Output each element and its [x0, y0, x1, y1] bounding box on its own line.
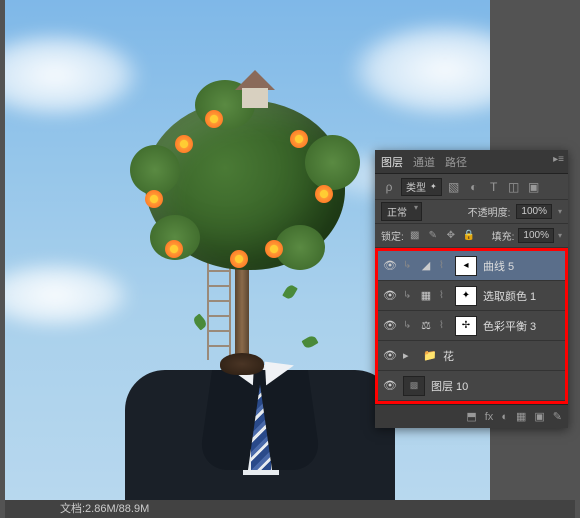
visibility-icon[interactable]: 👁: [383, 379, 397, 393]
footer-action-icon[interactable]: ◐: [501, 411, 508, 423]
layer-row[interactable]: 👁 ▩ 图层 10: [378, 371, 565, 401]
lock-pixels-icon[interactable]: ✎: [426, 229, 440, 243]
adjustment-icon: ▦: [419, 289, 433, 303]
clip-icon: ↳: [403, 320, 413, 331]
layer-row[interactable]: 👁 ↳ ◢ ⌇ ◂ 曲线 5: [378, 251, 565, 281]
opacity-label: 不透明度:: [468, 204, 511, 219]
tab-paths[interactable]: 路径: [445, 154, 467, 170]
lock-position-icon[interactable]: ✥: [444, 229, 458, 243]
footer-action-icon[interactable]: fx: [485, 411, 494, 423]
panel-tabs: 图层 通道 路径 ▸≡: [375, 150, 568, 174]
mask-thumbnail[interactable]: ✦: [455, 286, 477, 306]
mask-thumbnail[interactable]: ✢: [455, 316, 477, 336]
footer-action-icon[interactable]: ✎: [553, 410, 562, 423]
tab-layers[interactable]: 图层: [381, 154, 403, 170]
filter-search-icon[interactable]: ρ: [381, 179, 397, 195]
doc-info-label: 文档:2.86M/88.9M: [60, 503, 149, 515]
suit-figure: [125, 350, 395, 505]
footer-action-icon[interactable]: ▦: [516, 410, 526, 423]
cloud: [5, 30, 145, 120]
panel-footer: ⬒ fx ◐ ▦ ▣ ✎: [375, 404, 568, 428]
panel-menu-icon[interactable]: ▸≡: [553, 154, 564, 165]
layer-name[interactable]: 图层 10: [431, 378, 560, 394]
footer-action-icon[interactable]: ▣: [534, 410, 544, 423]
mask-thumbnail[interactable]: ◂: [455, 256, 477, 276]
lock-row: 锁定: ▩ ✎ ✥ 🔒 填充: 100% ▾: [375, 224, 568, 248]
adjustment-icon: ◢: [419, 259, 433, 273]
filter-kind-select[interactable]: 类型✦: [401, 178, 442, 196]
layer-name[interactable]: 色彩平衡 3: [483, 318, 560, 334]
link-icon[interactable]: ⌇: [439, 290, 449, 301]
tab-channels[interactable]: 通道: [413, 154, 435, 170]
layer-name[interactable]: 花: [443, 348, 560, 364]
visibility-icon[interactable]: 👁: [383, 319, 397, 333]
layer-row[interactable]: 👁 ↳ ⚖ ⌇ ✢ 色彩平衡 3: [378, 311, 565, 341]
layer-row[interactable]: 👁 ↳ ▦ ⌇ ✦ 选取颜色 1: [378, 281, 565, 311]
link-icon[interactable]: ⌇: [439, 260, 449, 271]
lock-transparent-icon[interactable]: ▩: [408, 229, 422, 243]
folder-icon: 📁: [423, 349, 437, 362]
blend-mode-select[interactable]: 正常: [381, 202, 422, 221]
fill-label: 填充:: [492, 228, 515, 243]
clip-icon: ↳: [403, 260, 413, 271]
layer-name[interactable]: 曲线 5: [483, 258, 560, 274]
lock-label: 锁定:: [381, 228, 404, 243]
cloud: [5, 260, 135, 330]
layer-thumbnail[interactable]: ▩: [403, 376, 425, 396]
layer-name[interactable]: 选取颜色 1: [483, 288, 560, 304]
layer-row[interactable]: 👁 ▸ 📁 花: [378, 341, 565, 371]
visibility-icon[interactable]: 👁: [383, 289, 397, 303]
cloud: [345, 20, 490, 120]
layer-filter-row: ρ 类型✦ ▧ ◐ T ◫ ▣: [375, 174, 568, 200]
filter-pixel-icon[interactable]: ▧: [446, 179, 462, 195]
link-icon[interactable]: ⌇: [439, 320, 449, 331]
layers-list-highlighted: 👁 ↳ ◢ ⌇ ◂ 曲线 5 👁 ↳ ▦ ⌇ ✦ 选取颜色 1 👁 ↳ ⚖ ⌇ ✢ 色彩平衡 3 👁 ▸ 📁 花 👁 ▩ 图层 …: [375, 248, 568, 404]
filter-smart-icon[interactable]: ▣: [526, 179, 542, 195]
status-bar: 文档:2.86M/88.9M: [5, 500, 575, 518]
blend-row: 正常 不透明度: 100% ▾: [375, 200, 568, 224]
layers-panel: 图层 通道 路径 ▸≡ ρ 类型✦ ▧ ◐ T ◫ ▣ 正常 不透明度: 100…: [375, 150, 568, 428]
filter-type-icon[interactable]: T: [486, 179, 502, 195]
clip-icon: ↳: [403, 290, 413, 301]
visibility-icon[interactable]: 👁: [383, 349, 397, 363]
chevron-right-icon[interactable]: ▸: [403, 349, 417, 362]
filter-adjust-icon[interactable]: ◐: [466, 179, 482, 195]
fill-input[interactable]: 100%: [518, 228, 554, 243]
lock-all-icon[interactable]: 🔒: [462, 229, 476, 243]
tree: [135, 85, 355, 365]
adjustment-icon: ⚖: [419, 319, 433, 333]
filter-shape-icon[interactable]: ◫: [506, 179, 522, 195]
visibility-icon[interactable]: 👁: [383, 259, 397, 273]
footer-action-icon[interactable]: ⬒: [466, 410, 476, 423]
opacity-input[interactable]: 100%: [516, 204, 552, 219]
